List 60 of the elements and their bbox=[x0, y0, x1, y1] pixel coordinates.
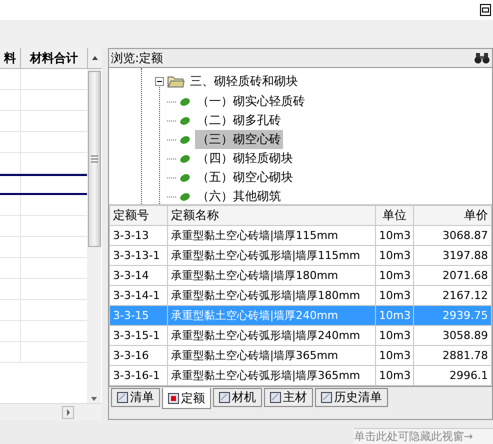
table-cell: 承重型黏土空心砖弧形墙|墙厚115mm bbox=[168, 246, 376, 266]
tab[interactable]: 定额 bbox=[162, 388, 211, 409]
tree-item[interactable]: （四）砌轻质砌块 bbox=[195, 149, 295, 168]
leaf-icon bbox=[167, 134, 191, 144]
column-header: 料 bbox=[0, 48, 21, 68]
collapse-icon[interactable] bbox=[155, 76, 164, 86]
table-cell: 3-3-15-1 bbox=[110, 326, 168, 346]
table-cell: 3197.88 bbox=[414, 246, 492, 266]
column-header: 材料合计 bbox=[21, 48, 88, 68]
column-header[interactable]: 单位 bbox=[376, 206, 414, 226]
record-icon bbox=[168, 392, 179, 404]
tree-item[interactable]: （三）砌空心砖 bbox=[195, 130, 283, 149]
tab[interactable]: 清单 bbox=[111, 388, 160, 407]
window-icon bbox=[321, 392, 332, 403]
table-cell: 3-3-15 bbox=[110, 306, 168, 326]
table-cell: 承重型黏土空心砖墙|墙厚365mm bbox=[168, 346, 376, 366]
table-cell: 2881.78 bbox=[414, 346, 492, 366]
tree-item[interactable]: 三、砌轻质砖和砌块 bbox=[188, 72, 300, 90]
column-header[interactable]: 单价 bbox=[414, 206, 492, 226]
table-cell: 2071.68 bbox=[414, 266, 492, 286]
tree-item[interactable]: （六）其他砌筑 bbox=[195, 187, 283, 204]
table-cell: 10m3 bbox=[376, 246, 414, 266]
column-header[interactable]: 定额名称 bbox=[168, 206, 376, 226]
table-cell: 承重型黏土空心砖墙|墙厚180mm bbox=[168, 266, 376, 286]
tab[interactable]: 主材 bbox=[264, 388, 313, 407]
column-header[interactable]: 定额号 bbox=[110, 206, 168, 226]
table-cell: 承重型黏土空心砖墙|墙厚115mm bbox=[168, 226, 376, 246]
leaf-icon bbox=[167, 116, 191, 126]
folder-icon bbox=[167, 74, 185, 88]
table-cell: 3-3-13-1 bbox=[110, 246, 168, 266]
tab[interactable]: 材机 bbox=[213, 388, 262, 407]
binoculars-icon[interactable] bbox=[474, 52, 490, 64]
scroll-thumb[interactable] bbox=[88, 71, 100, 247]
table-cell: 10m3 bbox=[376, 346, 414, 366]
table-cell: 3-3-14 bbox=[110, 266, 168, 286]
leaf-icon bbox=[167, 172, 191, 182]
table-cell: 承重型黏土空心砖弧形墙|墙厚240mm bbox=[168, 326, 376, 346]
table-cell: 3068.87 bbox=[414, 226, 492, 246]
table-cell: 3-3-13 bbox=[110, 226, 168, 246]
leaf-icon bbox=[167, 96, 191, 106]
scroll-right-icon[interactable] bbox=[62, 406, 74, 418]
leaf-icon bbox=[167, 192, 191, 202]
leaf-icon bbox=[167, 154, 191, 164]
table-cell: 3058.89 bbox=[414, 326, 492, 346]
table-cell: 10m3 bbox=[376, 266, 414, 286]
window-icon bbox=[117, 392, 128, 403]
window-icon bbox=[270, 392, 281, 403]
table-cell: 3-3-16 bbox=[110, 346, 168, 366]
table-cell: 10m3 bbox=[376, 226, 414, 246]
table-cell: 2939.75 bbox=[414, 306, 492, 326]
table-cell: 10m3 bbox=[376, 306, 414, 326]
table-cell: 10m3 bbox=[376, 326, 414, 346]
tab[interactable]: 历史清单 bbox=[315, 388, 388, 407]
window-restore-icon[interactable] bbox=[480, 4, 491, 16]
table-cell: 承重型黏土空心砖墙|墙厚240mm bbox=[168, 306, 376, 326]
tree-item[interactable]: （二）砌多孔砖 bbox=[195, 111, 283, 130]
panel-title: 浏览:定额 bbox=[111, 50, 164, 66]
tree-item[interactable]: （五）砌空心砌块 bbox=[195, 168, 295, 187]
tree-item[interactable]: （一）砌实心轻质砖 bbox=[195, 92, 307, 111]
window-icon bbox=[219, 392, 230, 403]
